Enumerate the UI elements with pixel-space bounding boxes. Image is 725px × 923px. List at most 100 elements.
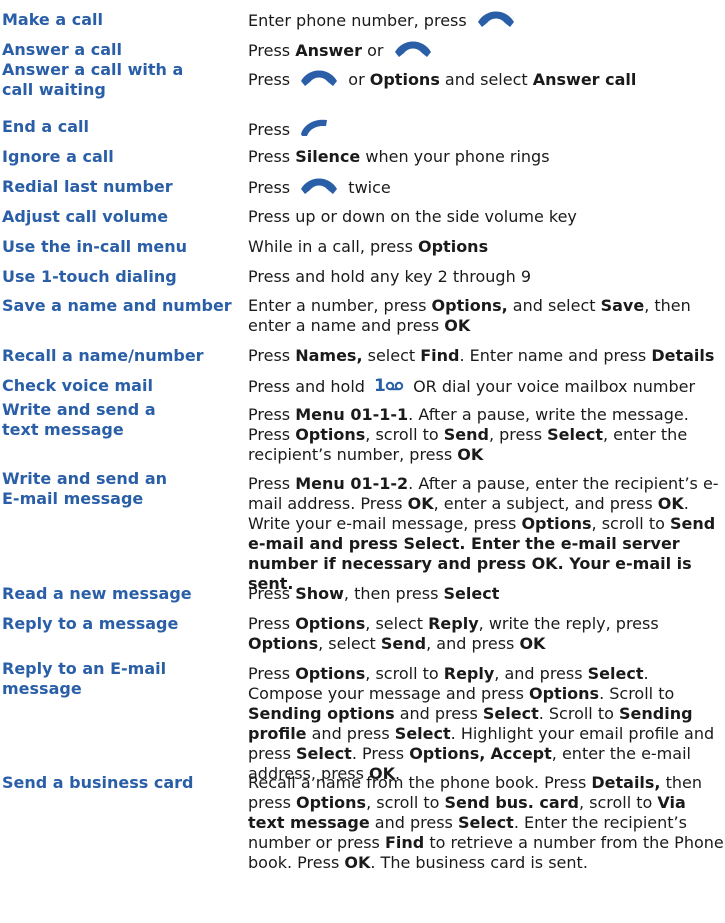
- text-segment: and select: [439, 70, 533, 89]
- bold-keyword: Send: [443, 425, 489, 444]
- bold-keyword: Select: [457, 813, 514, 832]
- bold-keyword: Save: [600, 296, 645, 315]
- instruction-text: Enter phone number, press: [248, 10, 725, 33]
- text-segment: or: [362, 41, 389, 60]
- bold-keyword: Find: [384, 833, 425, 852]
- text-segment: . The business card is sent.: [370, 853, 588, 872]
- bold-keyword: Options: [528, 684, 600, 703]
- instruction-text: Press and hold any key 2 through 9: [248, 267, 725, 287]
- text-segment: Press: [248, 70, 296, 89]
- text-segment: , scroll to: [365, 425, 444, 444]
- task-label: Write and send a text message: [2, 400, 156, 439]
- bold-keyword: Answer call: [532, 70, 637, 89]
- call-key-icon: [299, 69, 339, 92]
- text-segment: Press: [248, 346, 296, 365]
- text-segment: Press: [248, 584, 296, 603]
- text-segment: Enter a number, press: [248, 296, 432, 315]
- text-segment: , write the reply, press: [478, 614, 659, 633]
- task-label: Write and send an E-mail message: [2, 469, 167, 508]
- text-segment: Press: [248, 405, 296, 424]
- bold-keyword: Details: [651, 346, 715, 365]
- instruction-text: Recall a name from the phone book. Press…: [248, 773, 725, 873]
- bold-keyword: Reply: [428, 614, 479, 633]
- instruction-text: While in a call, press Options: [248, 237, 725, 257]
- text-segment: . Scroll to: [538, 704, 619, 723]
- instruction-text: Press twice: [248, 177, 725, 200]
- bold-keyword: Details,: [591, 773, 661, 792]
- bold-keyword: Accept: [490, 744, 552, 763]
- task-label: Save a name and number: [2, 296, 232, 315]
- bold-keyword: OK: [519, 634, 546, 653]
- task-label: Answer a call with a call waiting: [2, 60, 184, 99]
- task-label: End a call: [2, 117, 89, 136]
- text-segment: and press: [306, 724, 395, 743]
- text-segment: and press: [369, 813, 458, 832]
- bold-keyword: Reply: [443, 664, 495, 683]
- bold-keyword: Options,: [431, 296, 508, 315]
- text-segment: Press: [248, 41, 296, 60]
- task-label: Send a business card: [2, 773, 194, 792]
- call-key-icon: [299, 177, 339, 200]
- text-segment: Enter phone number, press: [248, 11, 472, 30]
- text-segment: Press: [248, 614, 296, 633]
- bold-keyword: Options: [295, 793, 367, 812]
- bold-keyword: Select: [587, 664, 644, 683]
- text-segment: , and press: [426, 634, 520, 653]
- task-label: Check voice mail: [2, 376, 153, 395]
- instruction-text: Press Menu 01-1-1. After a pause, write …: [248, 405, 725, 465]
- text-segment: , scroll to: [366, 793, 445, 812]
- text-segment: , press: [488, 425, 548, 444]
- bold-keyword: Options: [521, 514, 592, 533]
- text-segment: and select: [507, 296, 601, 315]
- text-segment: Press up or down on the side volume key: [248, 207, 577, 226]
- task-label: Reply to a message: [2, 614, 179, 633]
- task-label: Read a new message: [2, 584, 192, 603]
- text-segment: when your phone rings: [360, 147, 550, 166]
- text-segment: , select: [365, 614, 429, 633]
- text-segment: Press: [248, 147, 296, 166]
- call-key-icon: [393, 40, 433, 63]
- bold-keyword: Select: [295, 744, 352, 763]
- text-segment: , scroll to: [591, 514, 670, 533]
- bold-keyword: Send bus. card: [444, 793, 579, 812]
- task-label: Redial last number: [2, 177, 173, 196]
- bold-keyword: Answer: [295, 41, 363, 60]
- text-segment: , scroll to: [365, 664, 444, 683]
- text-segment: Press: [248, 664, 296, 683]
- task-label: Recall a name/number: [2, 346, 204, 365]
- text-segment: . Scroll to: [599, 684, 675, 703]
- text-segment: , then press: [343, 584, 444, 603]
- bold-keyword: OK: [457, 445, 484, 464]
- task-label: Use 1-touch dialing: [2, 267, 177, 286]
- svg-text:1: 1: [374, 376, 386, 394]
- bold-keyword: Select: [443, 584, 500, 603]
- instruction-text: Press Silence when your phone rings: [248, 147, 725, 167]
- bold-keyword: OK: [444, 316, 471, 335]
- end-key-icon: [299, 117, 329, 142]
- bold-keyword: Options: [418, 237, 489, 256]
- bold-keyword: Options: [295, 614, 366, 633]
- text-segment: OR dial your voice mailbox number: [408, 377, 696, 396]
- bold-keyword: Sending options: [248, 704, 395, 723]
- instruction-text: Press Show, then press Select: [248, 584, 725, 604]
- text-segment: Press and hold any key 2 through 9: [248, 267, 531, 286]
- text-segment: Press: [248, 120, 296, 139]
- bold-keyword: Names,: [295, 346, 363, 365]
- text-segment: Press and hold: [248, 377, 370, 396]
- text-segment: Press: [248, 178, 296, 197]
- bold-keyword: Menu 01-1-1: [295, 405, 409, 424]
- instruction-text: Press up or down on the side volume key: [248, 207, 725, 227]
- instruction-text: Press Options, select Reply, write the r…: [248, 614, 725, 654]
- bold-keyword: OK: [657, 494, 684, 513]
- bold-keyword: Show: [295, 584, 344, 603]
- task-label: Make a call: [2, 10, 103, 29]
- text-segment: Press: [248, 474, 296, 493]
- task-label: Reply to an E-mail message: [2, 659, 167, 698]
- text-segment: . Press: [351, 744, 410, 763]
- text-segment: and press: [394, 704, 483, 723]
- bold-keyword: OK: [407, 494, 434, 513]
- text-segment: , and press: [494, 664, 588, 683]
- bold-keyword: Options: [369, 70, 440, 89]
- bold-keyword: Options: [295, 425, 366, 444]
- bold-keyword: Select: [394, 724, 451, 743]
